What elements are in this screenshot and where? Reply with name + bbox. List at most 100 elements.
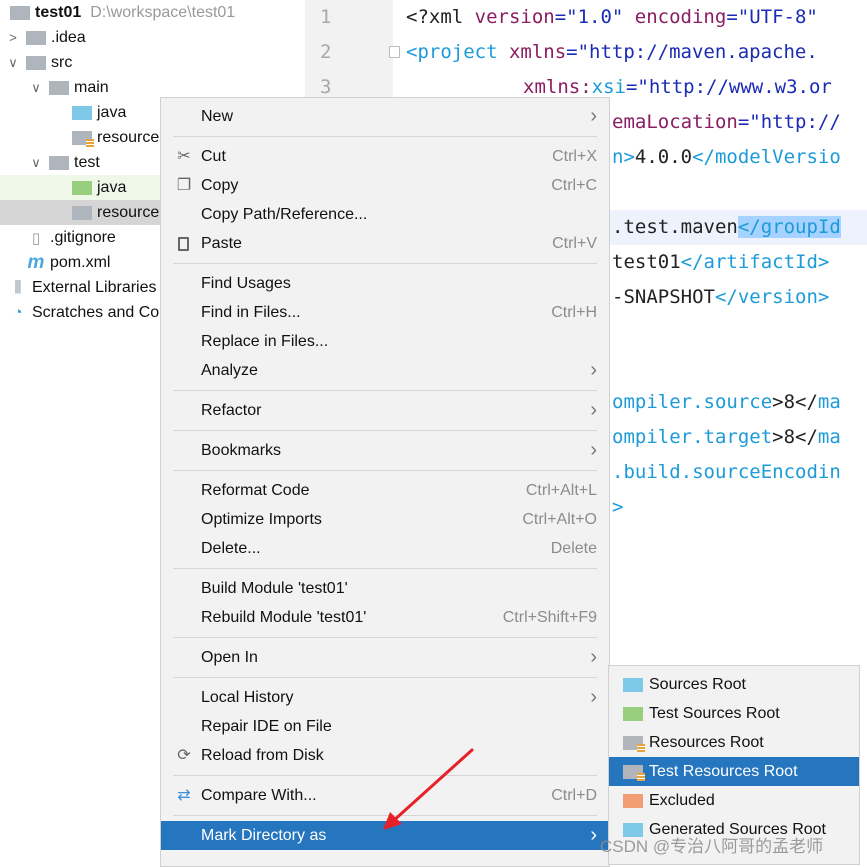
code-line: test01</artifactId> <box>612 251 830 273</box>
menu-item-shortcut: Ctrl+Alt+L <box>525 481 597 499</box>
menu-item-rebuild-module-test01[interactable]: Rebuild Module 'test01' Ctrl+Shift+F9 <box>161 603 609 632</box>
menu-item-bookmarks[interactable]: Bookmarks › <box>161 436 609 465</box>
menu-separator <box>161 810 609 821</box>
menu-item-optimize-imports[interactable]: Optimize Imports Ctrl+Alt+O <box>161 505 609 534</box>
chevron-right-icon: › <box>590 439 597 461</box>
menu-item-shortcut: Ctrl+C <box>551 176 597 194</box>
menu-separator <box>161 385 609 396</box>
menu-item-label: Paste <box>201 234 242 252</box>
submenu-item-label: Test Resources Root <box>649 762 798 780</box>
menu-item-label: Repair IDE on File <box>201 717 332 735</box>
menu-item-find-usages[interactable]: Find Usages <box>161 269 609 298</box>
menu-item-copy-path-reference[interactable]: Copy Path/Reference... <box>161 200 609 229</box>
clipboard-icon <box>178 237 189 251</box>
menu-separator <box>161 632 609 643</box>
menu-item-build-module-test01[interactable]: Build Module 'test01' <box>161 574 609 603</box>
menu-item-label: Local History <box>201 688 294 706</box>
folder-icon <box>26 30 46 45</box>
menu-item-shortcut: Ctrl+D <box>551 786 597 804</box>
menu-item-refactor[interactable]: Refactor › <box>161 396 609 425</box>
code-line: emaLocation="http:// <box>612 111 841 133</box>
test-sources-root-folder-icon <box>72 180 92 195</box>
line-number: 1 <box>320 6 332 28</box>
menu-item-repair-ide-on-file[interactable]: Repair IDE on File <box>161 712 609 741</box>
tree-item-label: .idea <box>51 28 86 46</box>
menu-item-label: Open In <box>201 648 258 666</box>
maven-icon: m <box>27 251 45 273</box>
module-folder-icon <box>10 5 30 20</box>
watermark: CSDN @专治八阿哥的孟老师 <box>600 837 824 856</box>
menu-item-cut[interactable]: ✂ Cut Ctrl+X <box>161 142 609 171</box>
fold-icon[interactable] <box>389 46 400 58</box>
menu-item-new[interactable]: New › <box>161 102 609 131</box>
menu-item-label: Copy Path/Reference... <box>201 205 368 223</box>
menu-separator <box>161 425 609 436</box>
menu-item-copy[interactable]: ❐ Copy Ctrl+C <box>161 171 609 200</box>
menu-separator <box>161 258 609 269</box>
menu-item-compare-with[interactable]: ⇄ Compare With... Ctrl+D <box>161 781 609 810</box>
menu-item-reload-from-disk[interactable]: ⟳ Reload from Disk <box>161 741 609 770</box>
menu-separator <box>161 131 609 142</box>
submenu-item-label: Resources Root <box>649 733 764 751</box>
submenu-item-sources-root[interactable]: Sources Root <box>609 670 859 699</box>
chevron-icon[interactable]: ∨ <box>29 155 43 171</box>
folder-icon <box>49 80 69 95</box>
menu-item-open-in[interactable]: Open In › <box>161 643 609 672</box>
chevron-right-icon: › <box>590 824 597 846</box>
tree-item[interactable]: > .idea <box>0 25 305 50</box>
menu-item-label: Delete... <box>201 539 261 557</box>
chevron-right-icon: › <box>590 686 597 708</box>
menu-item-shortcut: Delete <box>550 539 597 557</box>
chevron-icon[interactable]: > <box>6 30 20 45</box>
code-line: n>4.0.0</modelVersio <box>612 146 841 168</box>
code-line: > <box>612 496 624 518</box>
tree-item-label: pom.xml <box>50 253 111 271</box>
submenu-item-resources-root[interactable]: Resources Root <box>609 728 859 757</box>
menu-item-label: New <box>201 107 234 125</box>
code-line: -SNAPSHOT</version> <box>612 286 830 308</box>
tree-root[interactable]: test01 D:\workspace\test01 <box>0 0 305 25</box>
submenu-item-test-resources-root[interactable]: Test Resources Root <box>609 757 859 786</box>
copy-icon: ❐ <box>176 177 192 194</box>
menu-item-analyze[interactable]: Analyze › <box>161 356 609 385</box>
tree-item-label: java <box>97 178 127 196</box>
menu-item-reformat-code[interactable]: Reformat Code Ctrl+Alt+L <box>161 476 609 505</box>
menu-item-label: Reload from Disk <box>201 746 324 764</box>
chevron-right-icon: › <box>590 646 597 668</box>
menu-item-find-in-files[interactable]: Find in Files... Ctrl+H <box>161 298 609 327</box>
ignored-file-icon: ▯ <box>31 229 41 247</box>
code-line: <project xmlns="http://maven.apache. <box>406 41 818 63</box>
menu-item-local-history[interactable]: Local History › <box>161 683 609 712</box>
code-line: .build.sourceEncodin <box>612 461 841 483</box>
menu-item-delete[interactable]: Delete... Delete <box>161 534 609 563</box>
tree-item-label: src <box>51 53 73 71</box>
submenu-item-excluded[interactable]: Excluded <box>609 786 859 815</box>
chevron-icon[interactable]: ∨ <box>6 55 20 71</box>
menu-item-mark-directory-as[interactable]: Mark Directory as › <box>161 821 609 850</box>
folder-icon <box>26 55 46 70</box>
resources-root-folder-icon <box>623 736 645 752</box>
compare-icon: ⇄ <box>177 787 191 804</box>
tree-item-label: java <box>97 103 127 121</box>
menu-item-label: Analyze <box>201 361 258 379</box>
chevron-icon[interactable]: ∨ <box>29 80 43 96</box>
menu-item-paste[interactable]: Paste Ctrl+V <box>161 229 609 258</box>
menu-item-label: Optimize Imports <box>201 510 322 528</box>
submenu-item-label: Test Sources Root <box>649 704 780 722</box>
menu-item-shortcut: Ctrl+Shift+F9 <box>502 608 597 626</box>
submenu-item-test-sources-root[interactable]: Test Sources Root <box>609 699 859 728</box>
menu-item-label: Replace in Files... <box>201 332 329 350</box>
chevron-right-icon: › <box>590 105 597 127</box>
tree-item-label: resources <box>97 203 168 221</box>
tree-item-label: .gitignore <box>50 228 116 246</box>
tree-item[interactable]: ∨ src <box>0 50 305 75</box>
test-resources-root-folder-icon <box>623 765 645 781</box>
menu-item-label: Find Usages <box>201 274 291 292</box>
tree-item-label: test <box>74 153 100 171</box>
libraries-icon: ⫼ <box>14 279 22 296</box>
reload-icon: ⟳ <box>177 747 191 764</box>
menu-item-label: Find in Files... <box>201 303 301 321</box>
menu-item-replace-in-files[interactable]: Replace in Files... <box>161 327 609 356</box>
context-menu: New › ✂ Cut Ctrl+X ❐ Copy Ctrl+C Copy Path/Refer… <box>160 97 610 867</box>
menu-item-label: Copy <box>201 176 239 194</box>
